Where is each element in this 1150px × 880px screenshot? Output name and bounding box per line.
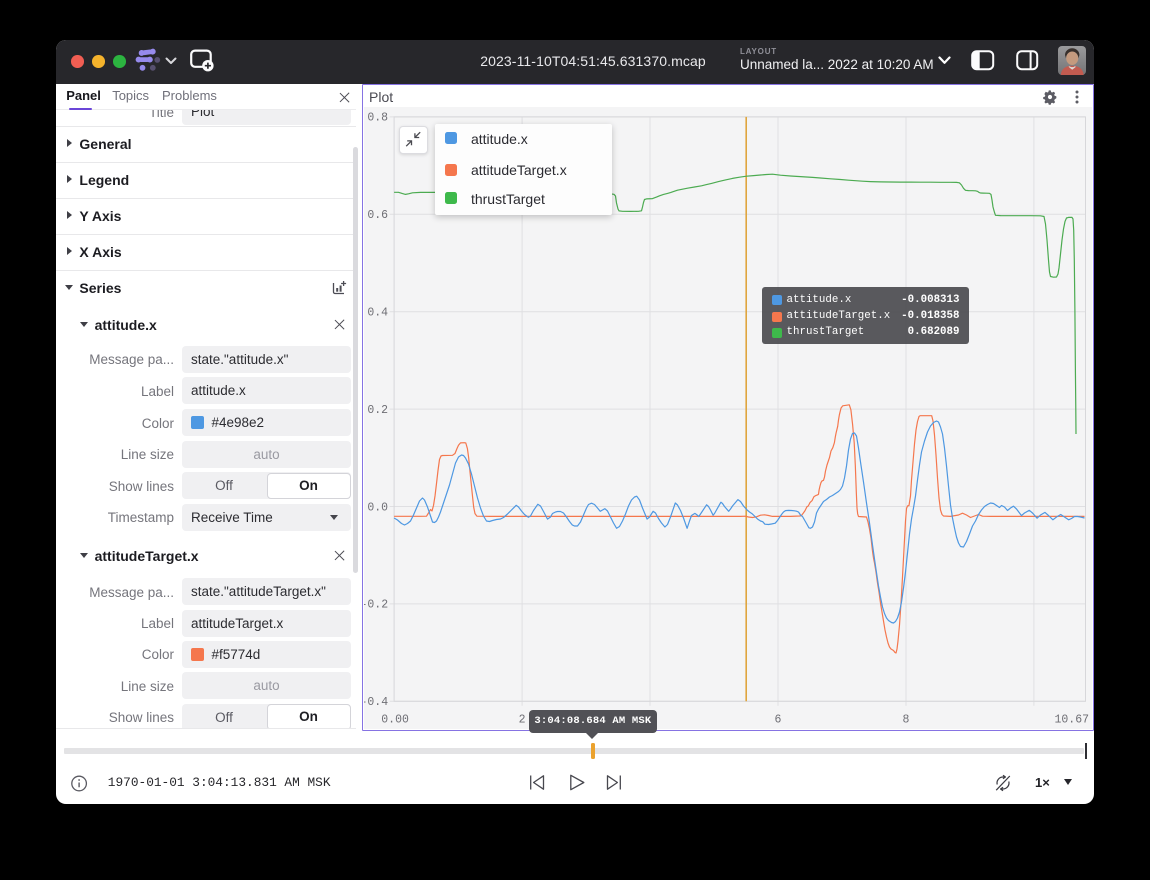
- svg-text:6: 6: [774, 714, 781, 727]
- svg-text:-0.2: -0.2: [364, 599, 388, 612]
- svg-text:0.4: 0.4: [367, 307, 388, 320]
- svg-text:-0.4: -0.4: [364, 696, 388, 709]
- svg-text:10.67: 10.67: [1054, 714, 1089, 727]
- svg-text:0.8: 0.8: [367, 112, 388, 125]
- svg-text:0.0: 0.0: [367, 501, 388, 514]
- svg-text:0.00: 0.00: [381, 714, 409, 727]
- svg-text:0.2: 0.2: [367, 404, 388, 417]
- svg-text:8: 8: [902, 714, 909, 727]
- svg-text:2: 2: [518, 714, 525, 727]
- svg-text:0.6: 0.6: [367, 209, 388, 222]
